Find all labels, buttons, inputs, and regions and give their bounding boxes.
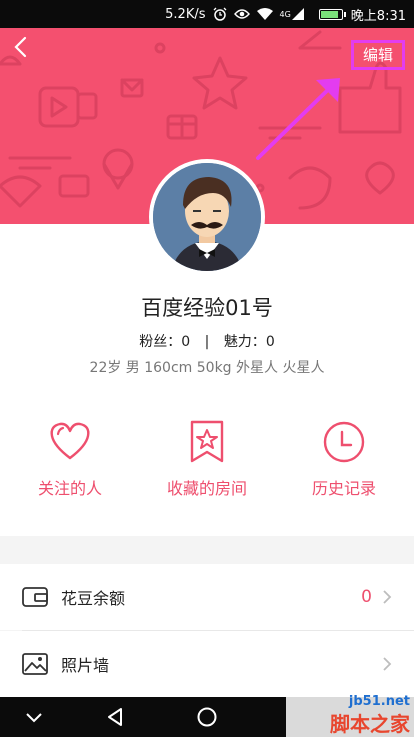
profile-username: 百度经验01号 xyxy=(141,296,273,320)
back-button[interactable] xyxy=(8,36,32,64)
avatar-man-mustache-icon xyxy=(153,163,261,271)
stats-divider: | xyxy=(204,334,210,350)
shortcut-label: 收藏的房间 xyxy=(166,479,247,498)
charm-label: 魅力： xyxy=(223,334,266,350)
nav-back-icon[interactable] xyxy=(103,705,127,729)
wallet-icon xyxy=(22,587,48,607)
alarm-icon xyxy=(213,7,227,21)
chevron-right-icon xyxy=(383,590,392,604)
clock-icon xyxy=(323,421,365,463)
fans-count: 0 xyxy=(181,334,191,350)
menu-row-photo-wall[interactable]: 照片墙 xyxy=(0,631,414,697)
picture-icon xyxy=(22,653,48,675)
watermark-text: 脚本之家 xyxy=(330,712,410,736)
avatar[interactable] xyxy=(149,159,265,275)
profile-bio: 22岁 男 160cm 50kg 外星人 火星人 xyxy=(89,360,325,376)
fans-label: 粉丝： xyxy=(139,334,182,350)
edit-profile-button[interactable]: 编辑 xyxy=(351,40,405,70)
shortcut-favorite-rooms[interactable]: 收藏的房间 xyxy=(137,420,277,500)
heart-icon xyxy=(50,422,90,460)
menu-label: 照片墙 xyxy=(61,656,110,675)
profile-stats: 粉丝：0 | 魅力：0 xyxy=(0,331,414,351)
shortcut-following[interactable]: 关注的人 xyxy=(0,420,140,500)
shortcut-history[interactable]: 历史记录 xyxy=(274,420,414,500)
bookmark-star-icon xyxy=(190,420,224,463)
bean-balance-value: 0 xyxy=(361,587,372,607)
battery-icon xyxy=(311,8,346,20)
shortcut-label: 历史记录 xyxy=(311,479,376,498)
chevron-right-icon xyxy=(383,657,392,671)
network-type: 4G xyxy=(279,9,291,19)
network-speed: 5.2K/s xyxy=(165,6,206,22)
status-time: 晚上8:31 xyxy=(350,8,406,24)
signal-icon: 4G xyxy=(280,8,304,20)
shortcut-label: 关注的人 xyxy=(37,479,102,498)
charm-count: 0 xyxy=(265,334,275,350)
eye-icon xyxy=(233,8,250,20)
watermark-url: jb51.net xyxy=(348,694,410,709)
nav-home-icon[interactable] xyxy=(195,705,219,729)
menu-row-bean-balance[interactable]: 花豆余额 0 xyxy=(0,564,414,630)
wifi-icon xyxy=(256,8,273,20)
status-bar: 5.2K/s 4G 晚上8:31 xyxy=(0,0,414,28)
nav-down-icon[interactable] xyxy=(22,705,46,729)
menu-label: 花豆余额 xyxy=(61,589,126,608)
back-chevron-icon xyxy=(14,36,27,58)
watermark: jb51.net 脚本之家 xyxy=(286,694,414,737)
annotation-arrow xyxy=(256,78,340,160)
